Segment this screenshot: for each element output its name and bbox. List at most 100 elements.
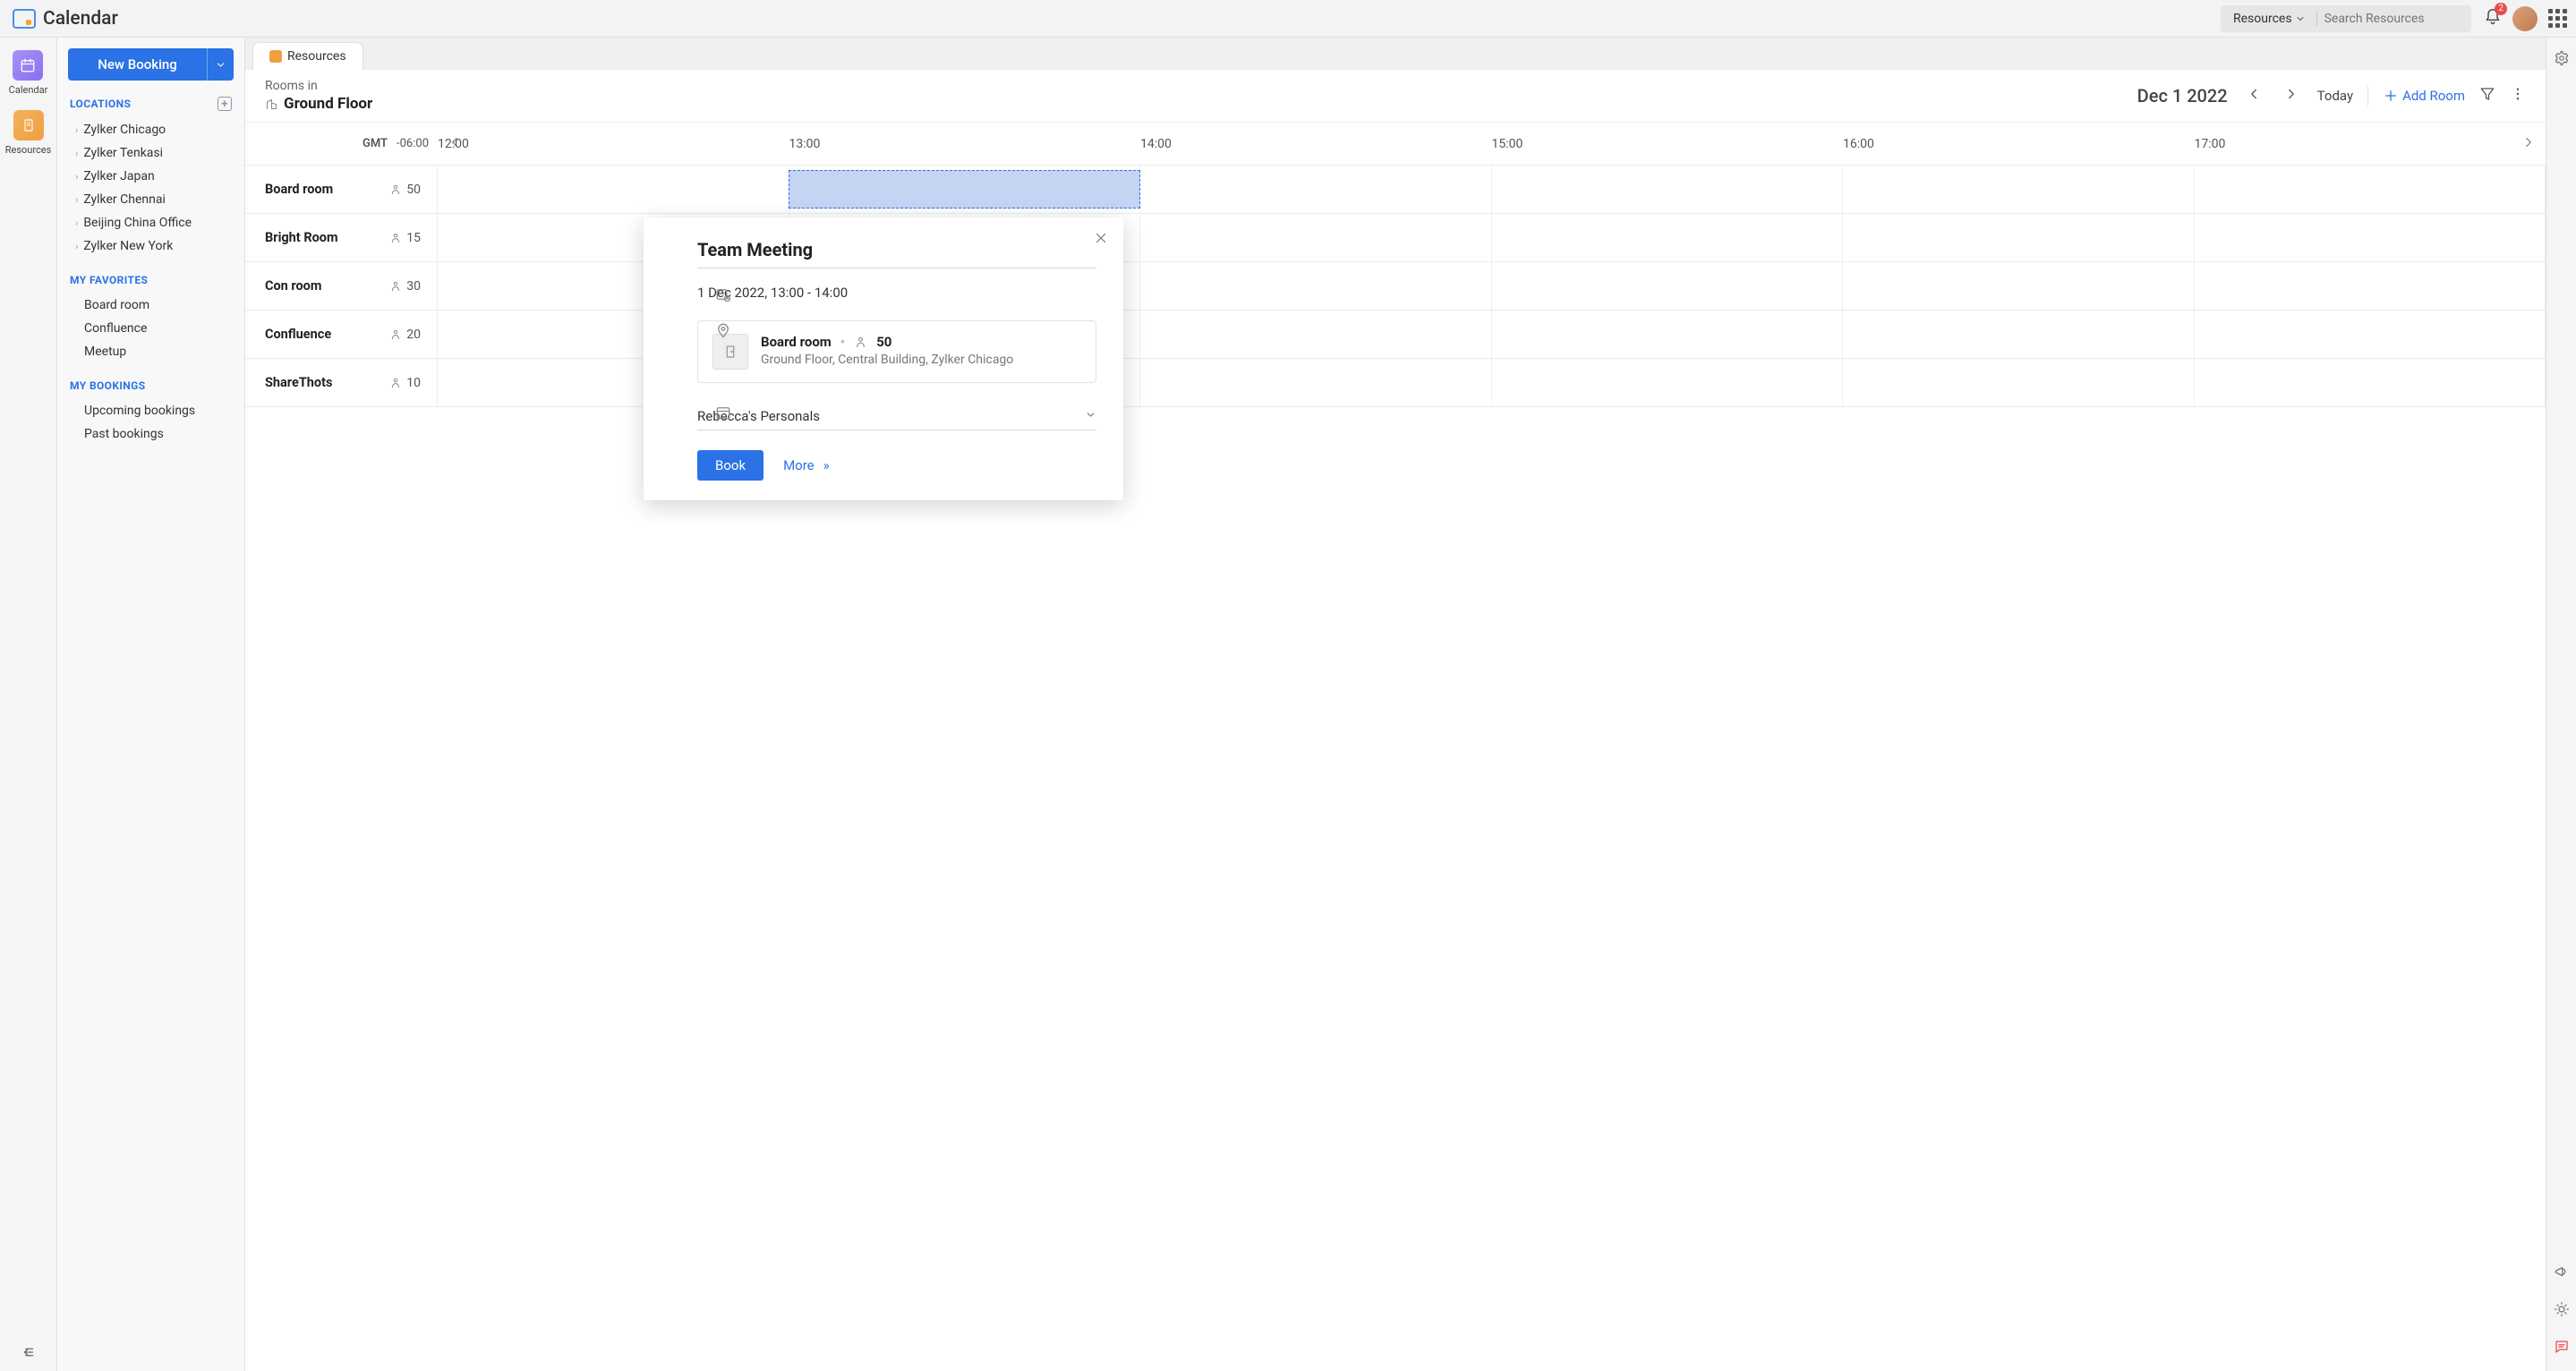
capacity-icon <box>854 336 867 349</box>
capacity-icon <box>389 280 402 293</box>
room-row: Confluence20 <box>245 311 2546 359</box>
favorite-item[interactable]: Confluence <box>57 317 244 340</box>
search-scope-label: Resources <box>2233 12 2292 26</box>
search-box[interactable]: Resources <box>2221 5 2471 32</box>
notification-badge: 2 <box>2495 3 2507 15</box>
location-item[interactable]: › Zylker Tenkasi <box>57 141 244 165</box>
chevron-right-icon <box>2283 86 2299 102</box>
new-booking-dropdown[interactable] <box>207 48 234 81</box>
resources-tab-icon <box>269 50 282 63</box>
settings-button[interactable] <box>2554 50 2570 70</box>
tab-row: Resources <box>245 38 2546 70</box>
time-column-header: 15:00 <box>1492 137 1844 151</box>
room-row: ShareThots10 <box>245 359 2546 407</box>
room-name: Board room <box>265 182 377 197</box>
room-capacity: 20 <box>389 328 437 342</box>
floor-icon <box>265 98 278 111</box>
tab-label: Resources <box>287 49 346 64</box>
close-popover-button[interactable] <box>1093 230 1109 250</box>
chevron-right-icon: › <box>75 194 78 206</box>
room-capacity: 15 <box>389 231 437 245</box>
sun-icon <box>2554 1301 2570 1317</box>
add-room-button[interactable]: Add Room <box>2383 88 2465 104</box>
room-name: ShareThots <box>265 375 377 390</box>
more-vertical-icon <box>2510 86 2526 102</box>
floor-selector[interactable]: Ground Floor <box>265 95 372 113</box>
location-item[interactable]: ›Beijing China Office <box>57 211 244 234</box>
more-menu-button[interactable] <box>2510 86 2526 106</box>
datetime-icon <box>715 286 731 306</box>
chevron-down-icon <box>215 59 226 71</box>
timezone-label: GMT <box>363 137 388 150</box>
search-scope-selector[interactable]: Resources <box>2233 12 2306 26</box>
booking-item[interactable]: Past bookings <box>57 422 244 446</box>
chat-button[interactable] <box>2554 1339 2570 1358</box>
scroll-right-button[interactable] <box>2521 134 2537 154</box>
user-avatar[interactable] <box>2512 6 2538 31</box>
calendar-selector[interactable]: Rebecca's Personals <box>697 403 1096 430</box>
locations-header: LOCATIONS <box>70 98 131 110</box>
notifications-button[interactable]: 2 <box>2484 8 2502 30</box>
rail-calendar[interactable]: Calendar <box>9 50 48 96</box>
utility-rail <box>2546 38 2576 1371</box>
location-item[interactable]: ›Zylker New York <box>57 234 244 258</box>
add-room-label: Add Room <box>2402 88 2465 104</box>
filter-icon <box>2479 86 2495 102</box>
floor-name: Ground Floor <box>284 95 372 113</box>
tab-resources[interactable]: Resources <box>252 42 363 70</box>
timeline-slots[interactable] <box>438 166 2546 213</box>
time-selection[interactable] <box>789 170 1139 209</box>
room-capacity: 30 <box>389 279 437 294</box>
location-item[interactable]: ›Zylker Chicago <box>57 118 244 141</box>
apps-menu-button[interactable] <box>2548 9 2567 28</box>
next-day-button[interactable] <box>2280 82 2303 109</box>
location-name: Zylker Tenkasi <box>83 146 163 160</box>
location-item[interactable]: › Zylker Japan <box>57 165 244 188</box>
content-area: Resources Rooms in Ground Floor Dec 1 20… <box>245 38 2546 1371</box>
current-date: Dec 1 2022 <box>2137 85 2228 106</box>
rail-calendar-label: Calendar <box>9 84 48 96</box>
resources-app-icon <box>13 110 44 141</box>
today-button[interactable]: Today <box>2317 88 2353 104</box>
announce-button[interactable] <box>2554 1264 2570 1283</box>
booking-popover: 1 Dec 2022, 13:00 - 14:00 Board room • 5… <box>644 217 1123 500</box>
capacity-icon <box>389 328 402 341</box>
chevron-right-icon: › <box>75 217 78 229</box>
brand: Calendar <box>13 8 118 30</box>
search-input[interactable] <box>2316 12 2484 26</box>
more-options-link[interactable]: More » <box>783 457 830 473</box>
rooms-in-label: Rooms in <box>265 79 372 93</box>
book-button[interactable]: Book <box>697 450 763 481</box>
selected-room-card[interactable]: Board room • 50 Ground Floor, Central Bu… <box>697 320 1096 383</box>
favorite-item[interactable]: Board room <box>57 294 244 317</box>
separator-dot: • <box>840 334 845 350</box>
chevron-right-icon: › <box>75 148 78 159</box>
calendar-app-icon <box>13 50 43 81</box>
time-column-header: 17:00 <box>2195 137 2546 151</box>
location-name: Zylker Chennai <box>83 192 166 207</box>
chevron-right-icon: › <box>75 241 78 252</box>
capacity-icon <box>389 232 402 244</box>
timezone-offset: -06:00 <box>397 137 429 150</box>
filter-button[interactable] <box>2479 86 2495 106</box>
event-title-input[interactable] <box>697 239 1096 260</box>
collapse-sidebar-button[interactable] <box>0 1344 56 1360</box>
rail-resources[interactable]: Resources <box>5 110 52 156</box>
location-item[interactable]: › Zylker Chennai <box>57 188 244 211</box>
chevron-right-icon <box>2521 134 2537 150</box>
capacity-icon <box>389 377 402 389</box>
time-column-header: 14:00 <box>1140 137 1492 151</box>
room-card-capacity: 50 <box>876 334 891 350</box>
chevron-right-icon: › <box>75 171 78 183</box>
room-name: Con room <box>265 278 377 294</box>
favorite-item[interactable]: Meetup <box>57 340 244 363</box>
app-rail: Calendar Resources <box>0 38 57 1371</box>
add-location-button[interactable]: + <box>218 97 232 111</box>
new-booking-button[interactable]: New Booking <box>68 48 234 81</box>
location-name: Zylker Japan <box>83 169 154 183</box>
prev-day-button[interactable] <box>2242 82 2265 109</box>
collapse-icon <box>21 1344 37 1360</box>
booking-item[interactable]: Upcoming bookings <box>57 399 244 422</box>
theme-button[interactable] <box>2554 1301 2570 1321</box>
close-icon <box>1093 230 1109 246</box>
